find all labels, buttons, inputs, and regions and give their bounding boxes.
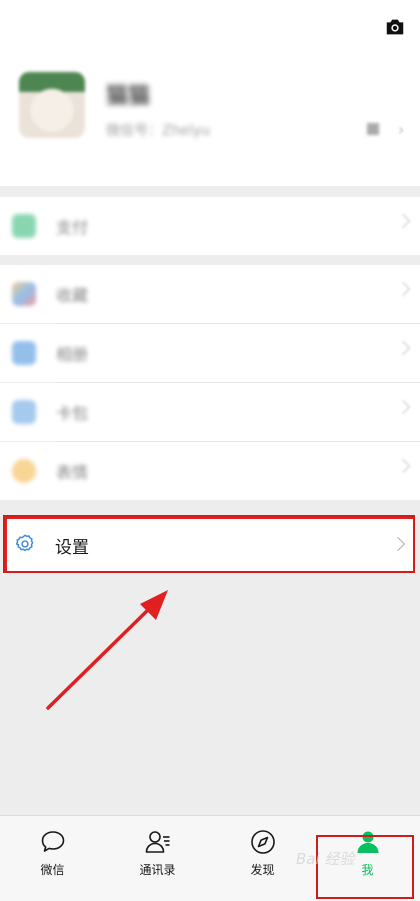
menu-item-settings[interactable]: 设置: [5, 517, 415, 573]
chevron-right-icon: [395, 281, 411, 297]
menu-item-stickers[interactable]: 表情: [0, 442, 420, 500]
menu-item-label: 收藏: [56, 286, 89, 305]
album-icon: [12, 341, 36, 365]
profile-header[interactable]: 猫猫 微信号：Zhelyu ›: [0, 0, 420, 186]
nickname: 猫猫: [106, 84, 151, 109]
tab-label: 我: [361, 863, 374, 877]
tab-bar: 微信 通讯录 发现 我: [0, 815, 420, 901]
chevron-right-icon: [395, 458, 411, 474]
menu-item-label: 表情: [56, 463, 89, 482]
chevron-right-icon: [395, 340, 411, 356]
tab-discover[interactable]: 发现: [210, 816, 315, 901]
tab-me[interactable]: 我: [315, 816, 420, 901]
avatar[interactable]: [19, 72, 85, 138]
chevron-right-icon: ›: [398, 120, 405, 139]
chat-bubble-icon: [41, 831, 65, 852]
menu-item-label: 卡包: [56, 404, 89, 423]
menu-item-cards[interactable]: 卡包: [0, 383, 420, 441]
camera-icon[interactable]: [384, 16, 406, 38]
me-icon: [357, 831, 379, 853]
pay-icon: [12, 214, 36, 238]
chevron-right-icon: [395, 213, 411, 229]
contacts-icon: [145, 831, 170, 853]
gear-icon: [15, 534, 34, 552]
sticker-icon: [12, 459, 36, 483]
tab-label: 通讯录: [139, 863, 176, 877]
tab-label: 微信: [40, 863, 65, 877]
chevron-right-icon: [395, 399, 411, 415]
favorites-icon: [12, 282, 36, 306]
qr-code-icon[interactable]: [367, 123, 379, 135]
cards-icon: [12, 400, 36, 424]
menu-item-favorites[interactable]: 收藏: [0, 265, 420, 323]
tab-contacts[interactable]: 通讯录: [105, 816, 210, 901]
tab-label: 发现: [250, 863, 275, 877]
menu-item-label: 相册: [56, 345, 89, 364]
compass-icon: [251, 830, 275, 854]
menu-item-label: 支付: [56, 218, 89, 237]
menu-item-album[interactable]: 相册: [0, 324, 420, 382]
chevron-right-icon: [390, 536, 406, 552]
tab-chats[interactable]: 微信: [0, 816, 105, 901]
menu-item-pay[interactable]: 支付: [0, 197, 420, 255]
wechat-id: 微信号：Zhelyu: [106, 123, 211, 139]
menu-item-label: 设置: [55, 538, 89, 558]
